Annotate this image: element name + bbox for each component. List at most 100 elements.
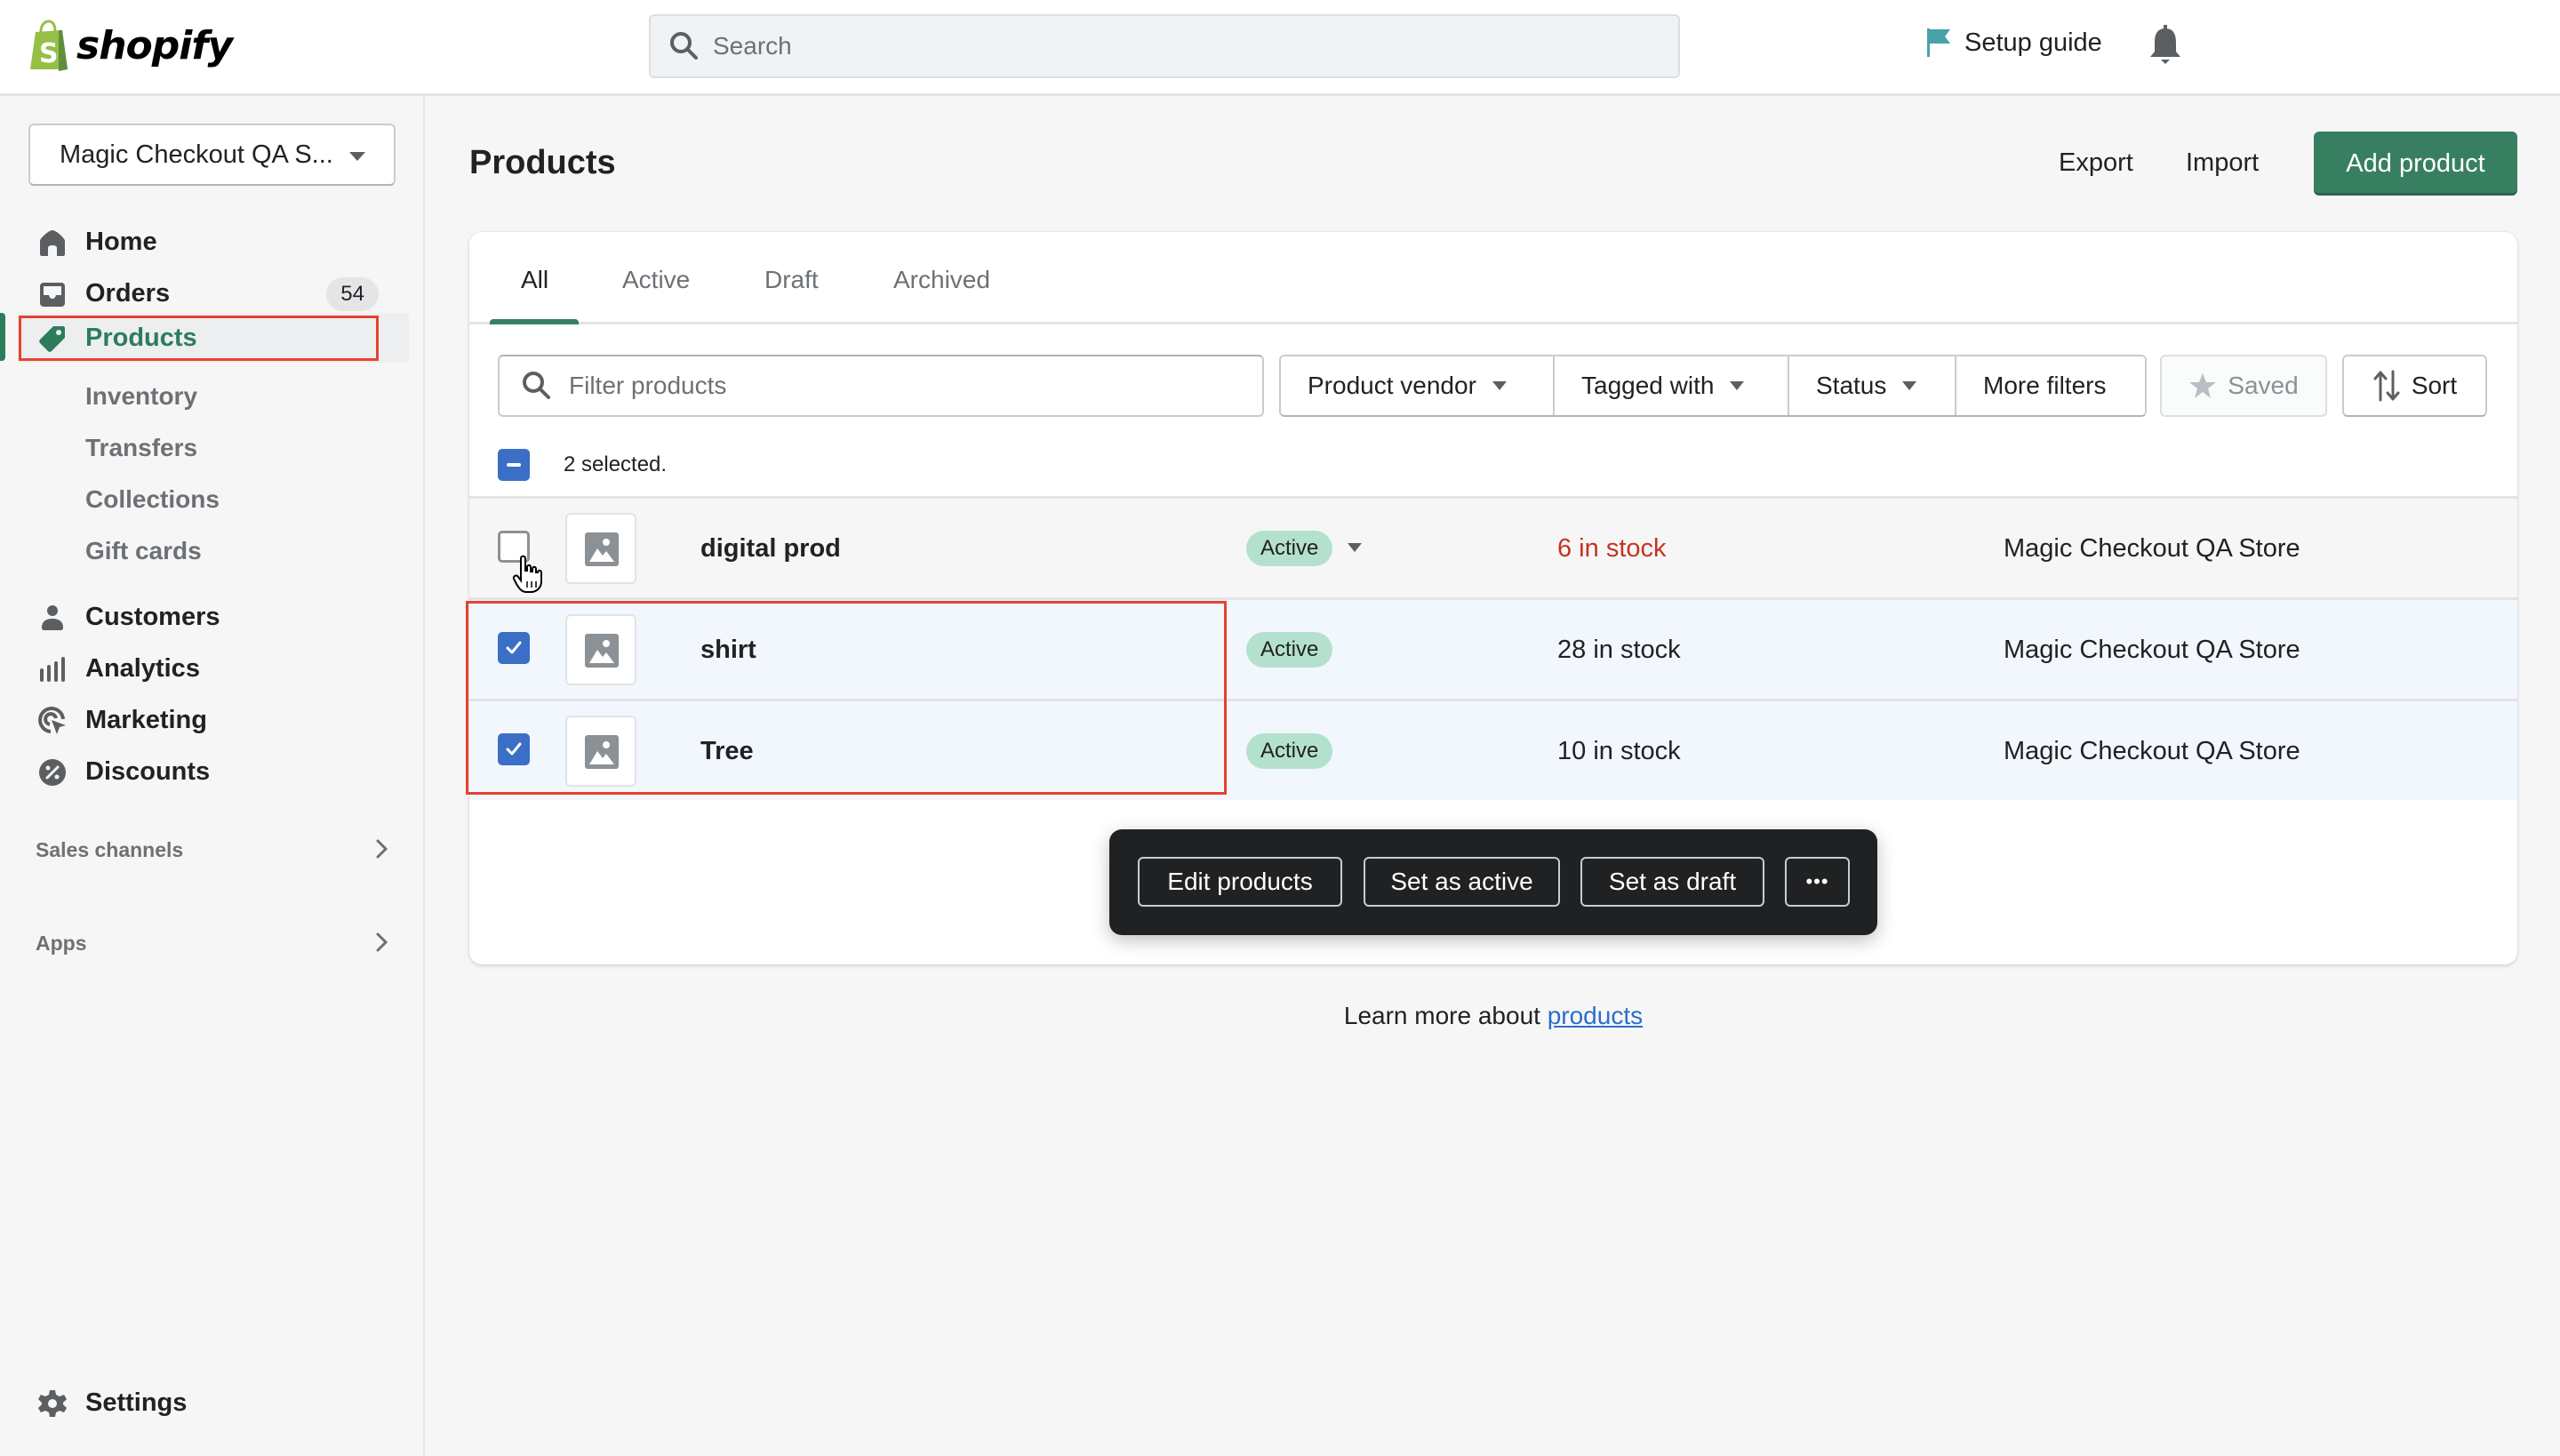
sidebar-item-products[interactable]: Products [18,313,409,363]
chevron-right-icon [376,932,388,952]
top-bar: S shopify Setup guide [0,0,2560,96]
product-vendor: Magic Checkout QA Store [2004,737,2300,765]
sidebar-item-analytics[interactable]: Analytics [18,644,409,693]
bell-icon[interactable] [2148,25,2183,66]
product-vendor: Magic Checkout QA Store [2004,534,2300,563]
filter-label: Status [1816,372,1887,399]
active-tab-indicator [490,319,579,324]
caret-down-icon [1492,381,1507,390]
learn-more-products-link[interactable]: products [1548,1002,1643,1029]
filter-label: More filters [1983,372,2107,399]
image-placeholder-icon [585,735,619,769]
row-checkbox[interactable] [498,531,530,563]
more-actions-button[interactable]: ••• [1785,857,1850,907]
table-row[interactable]: Tree Active 10 in stock Magic Checkout Q… [469,699,2517,800]
image-placeholder-icon [585,634,619,668]
select-all-checkbox[interactable] [498,449,530,481]
sort-button[interactable]: Sort [2342,355,2487,417]
export-button[interactable]: Export [2059,148,2133,178]
caret-down-icon [1902,381,1917,390]
setup-guide-label: Setup guide [1964,28,2102,57]
sidebar-item-label: Products [85,323,197,352]
inventory-count: 10 in stock [1557,737,1681,765]
caret-down-icon [1730,381,1745,390]
filter-products-input[interactable] [569,372,1262,400]
star-icon [2189,373,2217,398]
global-search[interactable] [649,14,1680,78]
active-indicator [0,313,5,361]
discount-icon [39,759,66,786]
sidebar-subitem-transfers[interactable]: Transfers [85,434,197,462]
shopify-logo[interactable]: S shopify [27,20,233,71]
person-icon [42,605,63,630]
tab-draft[interactable]: Draft [764,266,819,294]
status-badge: Active [1246,531,1333,566]
status-filter[interactable]: Status [1789,356,1956,415]
shopify-bag-icon: S [30,20,68,71]
gear-icon [38,1390,67,1417]
product-name[interactable]: digital prod [700,534,841,564]
sort-label: Sort [2411,372,2458,399]
sidebar-item-orders[interactable]: Orders 54 [18,268,409,318]
sidebar-section-sales-channels[interactable]: Sales channels [36,838,391,862]
set-as-active-button[interactable]: Set as active [1364,857,1560,907]
filter-label: Product vendor [1308,372,1476,399]
store-selector[interactable]: Magic Checkout QA S... [28,124,396,186]
edit-products-button[interactable]: Edit products [1138,857,1342,907]
orders-count-badge: 54 [326,277,379,311]
saved-button[interactable]: Saved [2160,355,2327,417]
sidebar-item-home[interactable]: Home [18,217,409,267]
more-filters-button[interactable]: More filters [1956,356,2145,415]
table-row[interactable]: digital prod Active 6 in stock Magic Che… [469,496,2517,597]
sidebar-item-label: Home [85,227,157,256]
product-thumbnail [565,513,636,584]
tagged-with-filter[interactable]: Tagged with [1555,356,1789,415]
sidebar-item-discounts[interactable]: Discounts [18,747,409,796]
sidebar-item-label: Orders [85,278,171,308]
table-row[interactable]: shirt Active 28 in stock Magic Checkout … [469,597,2517,699]
row-checkbox[interactable] [498,632,530,664]
sidebar-subitem-inventory[interactable]: Inventory [85,382,197,411]
sidebar-item-customers[interactable]: Customers [18,592,409,642]
orders-icon [40,283,65,307]
product-thumbnail [565,614,636,685]
filter-products[interactable] [498,355,1264,417]
tab-all[interactable]: All [521,266,548,294]
inventory-count: 6 in stock [1557,534,1667,563]
sidebar-item-label: Marketing [85,705,207,734]
tag-icon [39,326,65,352]
tab-active[interactable]: Active [622,266,690,294]
setup-guide-button[interactable]: Setup guide [1925,27,2102,59]
bar-chart-icon [40,657,65,682]
status-badge: Active [1246,733,1333,769]
sidebar-subitem-gift-cards[interactable]: Gift cards [85,537,202,565]
caret-down-icon [349,152,365,161]
caret-down-icon[interactable] [1348,543,1362,552]
product-name[interactable]: Tree [700,737,754,766]
sidebar-item-marketing[interactable]: Marketing [18,695,409,745]
status-tabs: All Active Draft Archived [469,232,2517,324]
global-search-input[interactable] [713,32,1602,60]
filter-label: Tagged with [1581,372,1715,399]
product-vendor-filter[interactable]: Product vendor [1281,356,1555,415]
row-checkbox[interactable] [498,733,530,765]
add-product-button[interactable]: Add product [2314,132,2517,196]
bulk-actions-bar: Edit products Set as active Set as draft… [1109,829,1877,935]
tab-archived[interactable]: Archived [893,266,990,294]
learn-more-prefix: Learn more about [1343,1002,1548,1029]
sidebar: Magic Checkout QA S... Home Orders 54 Pr… [0,96,425,1456]
product-vendor: Magic Checkout QA Store [2004,636,2300,664]
sidebar-section-apps[interactable]: Apps [36,932,391,956]
learn-more-text: Learn more about products [0,1002,2560,1030]
sidebar-subitem-collections[interactable]: Collections [85,485,220,514]
product-name[interactable]: shirt [700,636,756,665]
sidebar-item-settings[interactable]: Settings [18,1378,409,1428]
import-button[interactable]: Import [2186,148,2259,178]
svg-text:S: S [39,38,59,69]
chevron-right-icon [376,839,388,859]
image-placeholder-icon [585,532,619,566]
sort-icon [2373,370,2400,402]
status-badge: Active [1246,632,1333,668]
home-icon [40,230,65,256]
set-as-draft-button[interactable]: Set as draft [1580,857,1764,907]
